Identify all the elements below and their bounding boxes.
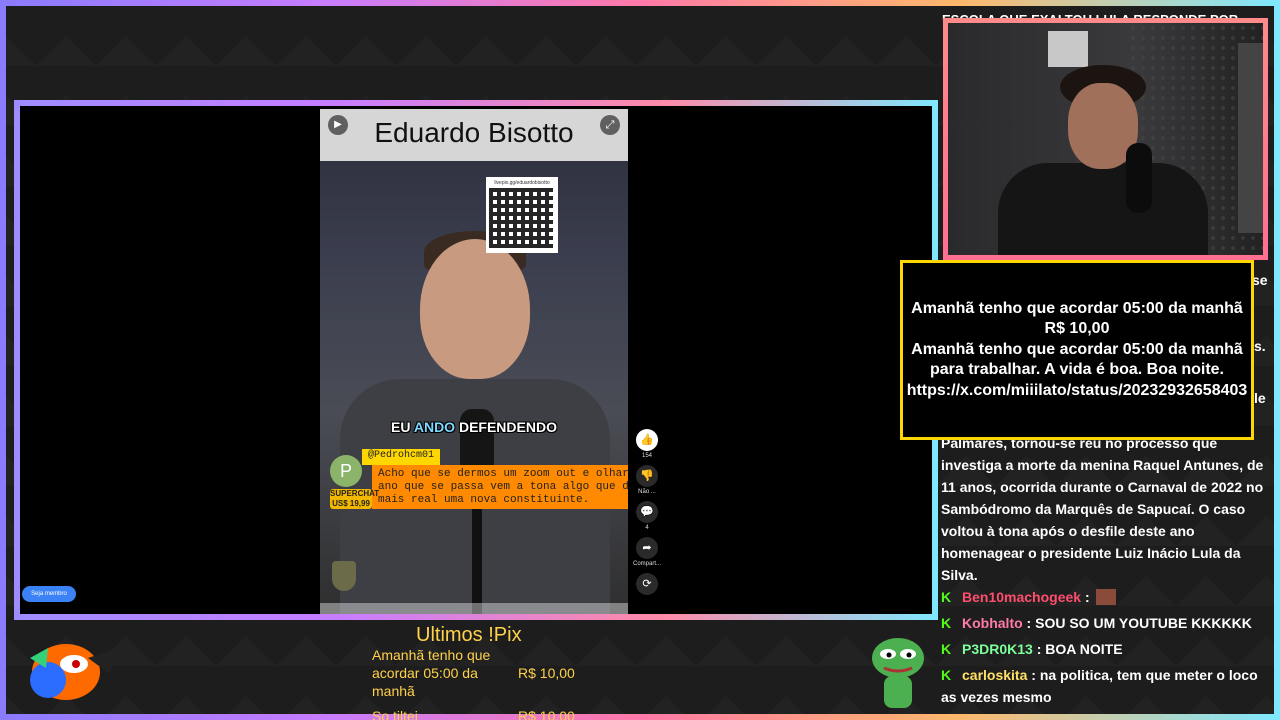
fullscreen-icon[interactable]: ⤢ [600, 115, 620, 135]
share-button[interactable]: ➦ Compart... [632, 537, 662, 567]
channel-title: Eduardo Bisotto [374, 117, 574, 148]
pix-entry-amount: R$ 10,00 [518, 665, 575, 681]
comment-line: mais real uma nova constituinte. [378, 494, 590, 506]
bottom-caption-blur [320, 603, 628, 614]
chat-separator: : [1032, 641, 1046, 657]
chat-text: BOA NOITE [1045, 641, 1123, 657]
qr-code: livepix.gg/eduardobisotto [486, 177, 558, 253]
alert-message: Amanhã tenho que acordar 05:00 da manhã [911, 340, 1243, 358]
video-caption: EU ANDO DEFENDENDO [320, 419, 628, 435]
comment-count: 4 [645, 525, 649, 531]
chat-separator: : [1027, 667, 1040, 683]
qr-grid [489, 188, 553, 248]
kick-badge-icon: K [941, 641, 952, 657]
chat-username[interactable]: Ben10machogeek [962, 586, 1081, 608]
mascot-fish-icon [18, 628, 118, 708]
like-button[interactable]: 👍 154 [632, 429, 662, 459]
news-line: homenagear o presidente Luiz Inácio Lula… [941, 545, 1241, 561]
alert-title: Amanhã tenho que acordar 05:00 da manhã [911, 299, 1243, 317]
comments-button[interactable]: 💬 4 [632, 501, 662, 531]
speaker-head [420, 239, 530, 379]
news-line: 11 anos, ocorrida durante o Carnaval de … [941, 479, 1264, 495]
chat-overflow-text: le [1254, 390, 1266, 406]
chat-message: K carloskita : na politica, tem que mete… [938, 664, 1268, 686]
chat-username[interactable]: P3DR0K13 [962, 638, 1033, 660]
dislike-label: Não ... [638, 489, 656, 495]
chat-username[interactable]: Kobhalto [962, 612, 1023, 634]
chat-text: na politica, tem que meter o loco [1039, 667, 1258, 683]
caption-word: DEFENDENDO [458, 419, 557, 435]
chat-overflow-text: s. [1254, 338, 1266, 354]
chat-separator: : [1081, 589, 1090, 605]
chat-text: SOU SO UM YOUTUBE KKKKKK [1035, 615, 1252, 631]
thumbs-down-icon: 👎 [636, 465, 658, 487]
chat-text-continued: as vezes mesmo [941, 689, 1052, 705]
comment-icon: 💬 [636, 501, 658, 523]
news-message: Palmares, tornou-se réu no processo que … [938, 432, 1268, 586]
kick-badge-icon: K [941, 667, 952, 683]
comment-text: Acho que se dermos um zoom out e olhar n… [372, 465, 628, 509]
remix-icon: ⟳ [636, 573, 658, 595]
alert-amount: R$ 10,00 [1044, 320, 1110, 338]
short-actions: 👍 154 👎 Não ... 💬 4 ➦ Compart... ⟳ [632, 429, 662, 601]
qr-label: livepix.gg/eduardobisotto [494, 180, 550, 186]
chat-message: K P3DR0K13 : BOA NOITE [938, 638, 1268, 664]
news-line: Silva. [941, 567, 978, 583]
chat-separator: : [1022, 615, 1036, 631]
alert-message: para trabalhar. A vida é boa. Boa noite. [929, 361, 1224, 379]
youtube-short-player[interactable]: Eduardo Bisotto ▶ ⤢ livepix.gg/eduardobi… [320, 109, 628, 614]
chat-message: K Kobhalto : SOU SO UM YOUTUBE KKKKKK [938, 612, 1268, 638]
pix-title: Ultimos !Pix [416, 624, 522, 646]
chat-message: K Ben10machogeek : [938, 586, 1268, 612]
share-label: Compart... [632, 561, 661, 567]
pix-entry-amount: R$ 10,00 [518, 708, 575, 720]
donation-alert: Amanhã tenho que acordar 05:00 da manhã … [900, 260, 1254, 440]
streamer-microphone [1126, 143, 1152, 213]
like-count: 154 [641, 453, 652, 459]
remix-button[interactable]: ⟳ [632, 573, 662, 595]
alert-link: https://x.com/miiilato/status/2023293265… [906, 381, 1248, 399]
play-icon[interactable]: ▶ [328, 115, 348, 135]
pix-entry-name: So tiltei [372, 708, 418, 720]
caption-word-highlight: ANDO [413, 419, 456, 435]
chat-panel: Palmares, tornou-se réu no processo que … [938, 432, 1268, 714]
club-crest-icon [332, 561, 356, 591]
webcam-feed [943, 18, 1268, 260]
pix-entry-name: Amanhã tenho que acordar 05:00 da manhã [372, 647, 491, 699]
main-video-frame: Eduardo Bisotto ▶ ⤢ livepix.gg/eduardobi… [14, 100, 938, 620]
dislike-button[interactable]: 👎 Não ... [632, 465, 662, 495]
wall-light [1048, 31, 1088, 67]
kick-badge-icon: K [941, 589, 952, 605]
streamer-body [998, 163, 1208, 255]
pepe-frog-icon [868, 632, 928, 710]
superchat-comment: P @Pedrohcm01 Acho que se dermos um zoom… [330, 449, 628, 513]
comment-avatar: P [330, 455, 362, 487]
share-icon: ➦ [636, 537, 658, 559]
comment-line: Acho que se dermos um zoom out e olhar n… [378, 468, 628, 480]
emote-icon [1095, 589, 1116, 605]
chat-overflow-text: se [1252, 272, 1268, 288]
bookshelf [1238, 43, 1263, 233]
comment-line: ano que se passa vem a tona algo que dei… [378, 481, 628, 493]
superchat-badge: SUPERCHAT US$ 19,99 [330, 489, 380, 509]
thumbs-up-icon: 👍 [636, 429, 658, 451]
join-member-button[interactable]: Seja membro [22, 586, 76, 602]
caption-word: EU [391, 419, 411, 435]
news-line: Sambódromo da Marquês de Sapucaí. O caso [941, 501, 1246, 517]
news-line: voltou à tona após o desfile deste ano [941, 523, 1195, 539]
chat-username[interactable]: carloskita [962, 664, 1027, 686]
kick-badge-icon: K [941, 615, 952, 631]
comment-username: @Pedrohcm01 [362, 449, 441, 465]
news-line: investiga a morte da menina Raquel Antun… [941, 457, 1264, 473]
